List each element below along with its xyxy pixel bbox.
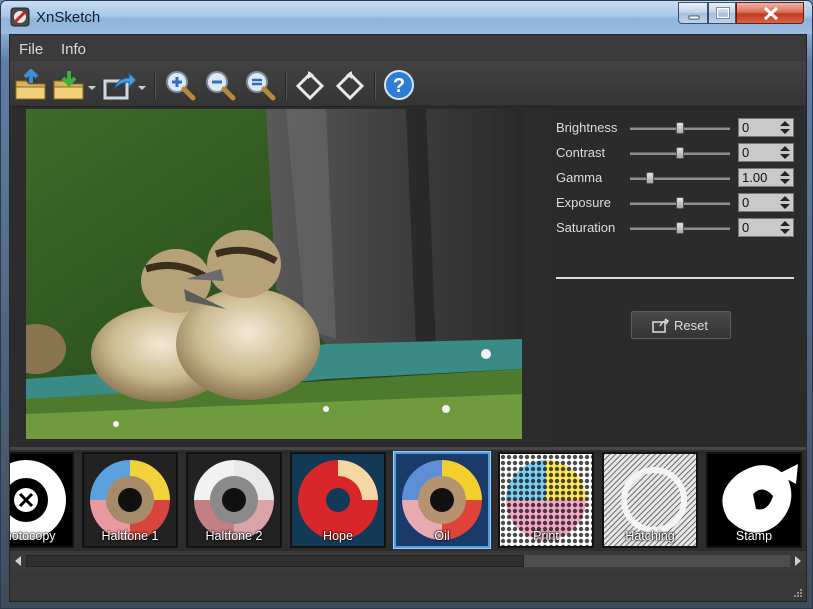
gamma-value[interactable]: 1.00	[742, 170, 767, 185]
exposure-label: Exposure	[556, 195, 611, 210]
open-folder-icon[interactable]	[14, 69, 48, 101]
scroll-right-arrow-icon[interactable]	[793, 555, 803, 567]
filmstrip-scrollbar[interactable]	[10, 551, 806, 571]
spin-arrows-icon[interactable]	[778, 145, 792, 160]
filter-filmstrip: Photocopy Haltfone 1	[10, 447, 806, 551]
saturation-spinbox[interactable]: 0	[738, 218, 794, 237]
rotate-right-icon[interactable]	[334, 69, 368, 101]
filter-label: Hatching	[625, 529, 675, 543]
toolbar-separator	[285, 71, 287, 99]
zoom-out-icon[interactable]	[203, 69, 237, 101]
image-canvas[interactable]	[10, 107, 548, 447]
rotate-left-icon[interactable]	[294, 69, 328, 101]
zoom-fit-icon[interactable]	[243, 69, 277, 101]
spin-arrows-icon[interactable]	[778, 195, 792, 210]
reset-label: Reset	[674, 318, 708, 333]
brightness-label: Brightness	[556, 120, 618, 135]
filter-thumb-oil[interactable]: Oil	[394, 452, 490, 548]
brightness-spinbox[interactable]: 0	[738, 118, 794, 137]
svg-text:?: ?	[393, 75, 405, 97]
filter-thumb-stamp[interactable]: Stamp	[706, 452, 802, 548]
share-icon[interactable]	[102, 69, 146, 101]
filter-label: Photocopy	[10, 529, 56, 543]
saturation-label: Saturation	[556, 220, 616, 235]
preview-image	[26, 109, 522, 439]
title-bar[interactable]: XnSketch	[1, 1, 812, 34]
panel-divider	[556, 277, 794, 279]
exposure-value[interactable]: 0	[742, 195, 749, 210]
scrollbar-track[interactable]	[26, 555, 790, 567]
close-icon	[763, 6, 779, 21]
gamma-slider[interactable]	[630, 177, 730, 180]
app-logo-icon	[10, 7, 30, 27]
save-folder-icon[interactable]	[52, 69, 98, 101]
filter-thumb-print[interactable]: Print	[498, 452, 594, 548]
saturation-value[interactable]: 0	[742, 220, 749, 235]
window-title: XnSketch	[36, 9, 101, 26]
saturation-row: Saturation 0	[556, 217, 801, 239]
toolbar-separator	[154, 71, 156, 99]
spin-arrows-icon[interactable]	[778, 120, 792, 135]
reset-icon	[652, 318, 670, 333]
filter-thumb-haltfone-1[interactable]: Haltfone 1	[82, 452, 178, 548]
contrast-slider-thumb[interactable]	[676, 147, 684, 159]
minimize-button[interactable]	[678, 2, 708, 24]
scrollbar-thumb[interactable]	[26, 555, 524, 567]
exposure-slider-thumb[interactable]	[676, 197, 684, 209]
gamma-spinbox[interactable]: 1.00	[738, 168, 794, 187]
menu-file[interactable]: File	[19, 41, 43, 58]
filter-label: Oil	[434, 529, 450, 543]
maximize-icon	[715, 6, 731, 20]
brightness-slider-thumb[interactable]	[676, 122, 684, 134]
filter-label: Haltfone 1	[101, 529, 159, 543]
filter-thumb-hope[interactable]: Hope	[290, 452, 386, 548]
status-bar	[10, 571, 806, 601]
toolbar-separator	[374, 71, 376, 99]
menu-bar: File Info	[10, 35, 806, 61]
filter-thumb-photocopy[interactable]: Photocopy	[10, 452, 74, 548]
toolbar: ?	[10, 61, 806, 107]
brightness-value[interactable]: 0	[742, 120, 749, 135]
exposure-spinbox[interactable]: 0	[738, 193, 794, 212]
help-icon[interactable]: ?	[383, 69, 417, 101]
exposure-row: Exposure 0	[556, 192, 801, 214]
close-button[interactable]	[736, 2, 804, 24]
filter-label: Hope	[323, 529, 353, 543]
filter-label: Stamp	[735, 529, 773, 543]
menu-info[interactable]: Info	[61, 41, 86, 58]
filter-thumb-haltfone-2[interactable]: Haltfone 2	[186, 452, 282, 548]
maximize-button[interactable]	[708, 2, 736, 24]
contrast-label: Contrast	[556, 145, 606, 160]
contrast-spinbox[interactable]: 0	[738, 143, 794, 162]
spin-arrows-icon[interactable]	[778, 170, 792, 185]
saturation-slider-thumb[interactable]	[676, 222, 684, 234]
gamma-label: Gamma	[556, 170, 603, 185]
resize-grip-icon[interactable]	[793, 588, 803, 598]
adjustments-panel: Brightness 0 Contrast 0 Gamma 1.00 Expos…	[548, 107, 806, 447]
filter-label: Haltfone 2	[205, 529, 263, 543]
filter-thumb-hatching[interactable]: Hatching	[602, 452, 698, 548]
contrast-row: Contrast 0	[556, 142, 801, 164]
spin-arrows-icon[interactable]	[778, 220, 792, 235]
client-area: File Info ? Brightness 0 Contrast 0 Gamm…	[9, 34, 807, 602]
scroll-left-arrow-icon[interactable]	[13, 555, 23, 567]
zoom-in-icon[interactable]	[163, 69, 197, 101]
gamma-row: Gamma 1.00	[556, 167, 801, 189]
filter-label: Print	[533, 529, 559, 543]
reset-button[interactable]: Reset	[631, 311, 731, 339]
app-window: XnSketch File Info ? Brightness 0 Contra…	[0, 0, 813, 609]
contrast-value[interactable]: 0	[742, 145, 749, 160]
gamma-slider-thumb[interactable]	[646, 172, 654, 184]
minimize-icon	[688, 15, 700, 20]
brightness-row: Brightness 0	[556, 117, 801, 139]
